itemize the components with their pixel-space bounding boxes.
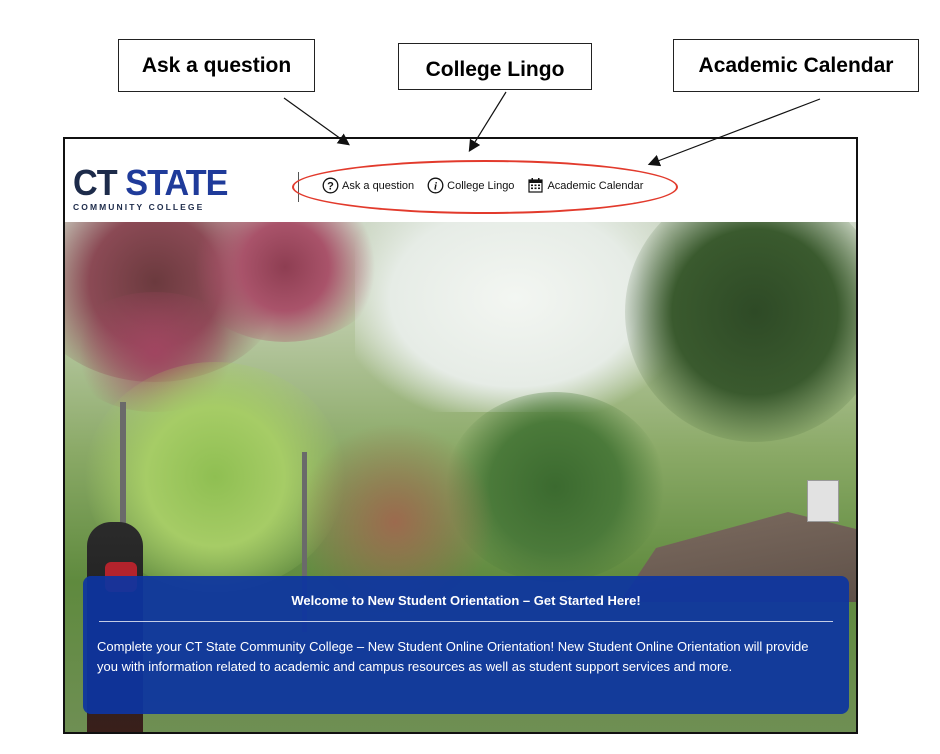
callout-ask-label: Ask a question [141,53,292,77]
callout-ask-a-question: Ask a question [118,39,315,92]
callout-academic-calendar: Academic Calendar [673,39,919,92]
ct-state-logo[interactable]: CT STATE COMMUNITY COLLEGE [73,162,236,213]
welcome-body: Complete your CT State Community College… [97,639,809,674]
highlight-ellipse [292,160,678,214]
welcome-title: Welcome to New Student Orientation – Get… [291,593,641,608]
site-header: CT STATE COMMUNITY COLLEGE ? Ask a quest… [65,139,856,222]
callout-lingo-label: College Lingo [425,57,565,81]
welcome-panel: Welcome to New Student Orientation – Get… [83,576,849,714]
hero-campus-photo: Welcome to New Student Orientation – Get… [65,222,856,732]
logo-ct: CT [73,162,118,203]
logo-subtitle: COMMUNITY COLLEGE [73,202,205,212]
logo-state: STATE [125,162,228,203]
callout-college-lingo: College Lingo [398,43,592,90]
callout-calendar-label: Academic Calendar [698,53,894,77]
rooftop-unit [807,480,839,522]
logo-wordmark: CT STATE [73,162,229,203]
website-screenshot: CT STATE COMMUNITY COLLEGE ? Ask a quest… [63,137,858,734]
